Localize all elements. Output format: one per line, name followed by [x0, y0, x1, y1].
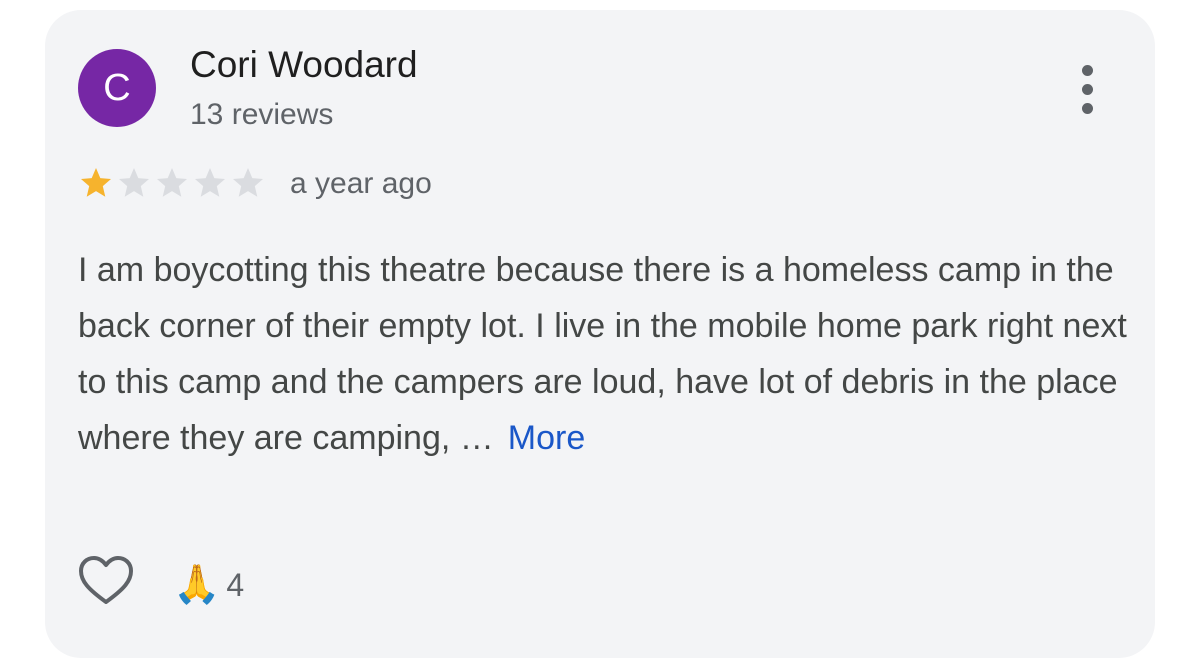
- star-empty-icon: [157, 168, 187, 197]
- avatar[interactable]: C: [78, 49, 156, 127]
- author-name[interactable]: Cori Woodard: [190, 44, 418, 86]
- like-button[interactable]: [78, 556, 134, 606]
- praying-hands-icon: 🙏: [173, 564, 221, 606]
- reaction-count: 4: [226, 566, 245, 603]
- review-card: C Cori Woodard 13 reviews a year ago I a…: [45, 10, 1155, 658]
- star-empty-icon: [195, 168, 225, 197]
- review-body: I am boycotting this theatre because the…: [78, 242, 1128, 466]
- review-date: a year ago: [290, 167, 432, 200]
- star-empty-icon: [233, 168, 263, 197]
- star-rating: [78, 165, 268, 201]
- heart-outline-icon: [79, 556, 133, 604]
- review-text: I am boycotting this theatre because the…: [78, 251, 1127, 457]
- more-vert-icon[interactable]: [1075, 65, 1101, 115]
- star-filled-icon: [81, 168, 111, 197]
- star-empty-icon: [119, 168, 149, 197]
- more-link[interactable]: More: [508, 419, 585, 457]
- reaction-chip[interactable]: 🙏 4: [173, 560, 244, 610]
- avatar-letter: C: [103, 67, 131, 109]
- author-review-count[interactable]: 13 reviews: [190, 98, 333, 132]
